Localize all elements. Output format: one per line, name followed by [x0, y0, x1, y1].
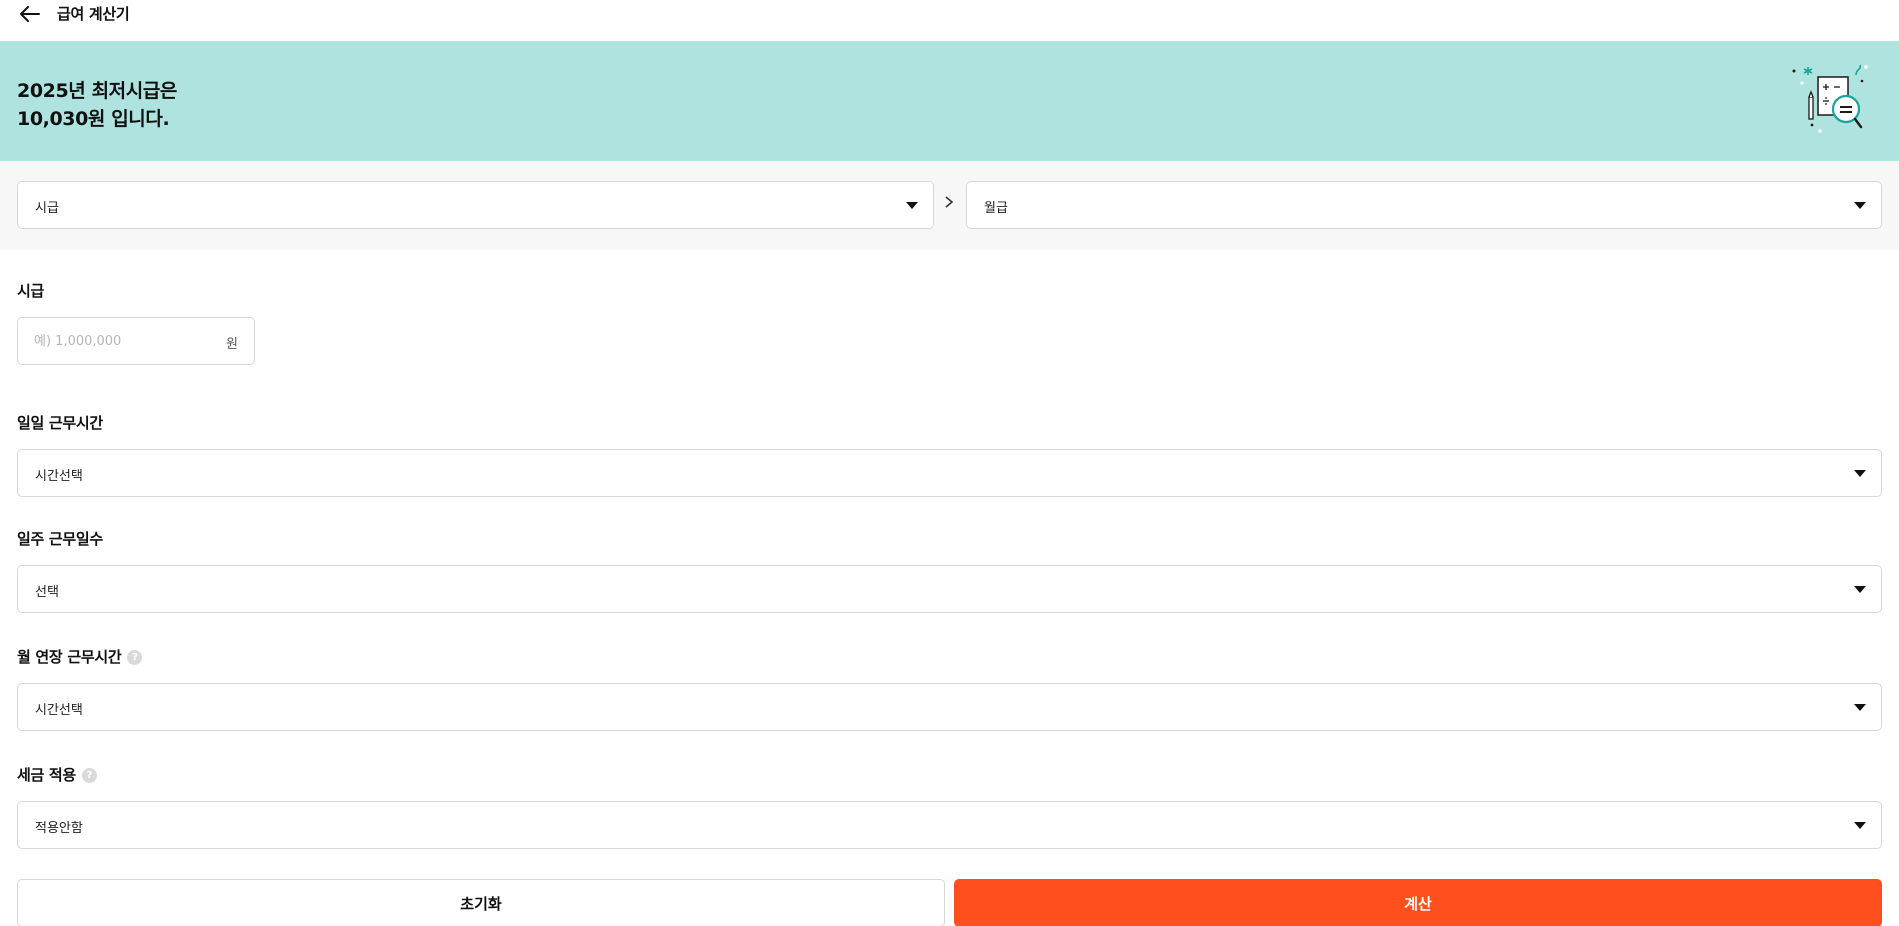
- tax-label-row: 세금 적용?: [17, 764, 97, 785]
- daily-hours-value: 시간선택: [35, 469, 83, 484]
- weekly-days-select[interactable]: 선택: [17, 565, 1882, 613]
- daily-hours-label: 일일 근무시간: [17, 414, 103, 432]
- help-icon[interactable]: ?: [81, 768, 97, 783]
- calculator-magnifier-icon: [1792, 64, 1868, 133]
- weekly-days-value: 선택: [35, 585, 59, 600]
- minimum-wage-banner: 2025년 최저시급은 10,030원 입니다.: [0, 41, 1899, 161]
- daily-hours-select[interactable]: 시간선택: [17, 449, 1882, 497]
- caret-down-icon: [1854, 202, 1866, 209]
- tax-select[interactable]: 적용안함: [17, 801, 1882, 849]
- monthly-overtime-select[interactable]: 시간선택: [17, 683, 1882, 731]
- chevron-right-icon: [945, 196, 954, 208]
- monthly-overtime-value: 시간선택: [35, 703, 83, 718]
- weekly-days-label: 일주 근무일수: [17, 530, 103, 548]
- caret-down-icon: [906, 202, 918, 209]
- arrow-left-icon[interactable]: [18, 2, 42, 26]
- to-unit-select[interactable]: 월급: [966, 181, 1882, 229]
- wage-input-box: 원: [17, 317, 255, 365]
- wage-label: 시급: [17, 282, 45, 300]
- to-unit-value: 월급: [984, 201, 1008, 216]
- calculate-button[interactable]: 계산: [954, 879, 1882, 926]
- from-unit-select[interactable]: 시급: [17, 181, 934, 229]
- wage-input[interactable]: [34, 318, 214, 364]
- caret-down-icon: [1854, 586, 1866, 593]
- monthly-overtime-label-row: 월 연장 근무시간?: [17, 646, 143, 667]
- page-title: 급여 계산기: [57, 5, 130, 23]
- conversion-bar: 시급 월급: [0, 161, 1899, 250]
- wage-unit: 원: [226, 337, 238, 352]
- help-icon[interactable]: ?: [127, 650, 143, 665]
- tax-value: 적용안함: [35, 821, 83, 836]
- banner-line-1: 2025년 최저시급은: [17, 80, 177, 102]
- banner-line-2: 10,030원 입니다.: [17, 108, 170, 130]
- reset-button[interactable]: 초기화: [17, 879, 945, 926]
- top-header: 급여 계산기: [0, 0, 1899, 34]
- from-unit-value: 시급: [35, 201, 59, 216]
- caret-down-icon: [1854, 470, 1866, 477]
- monthly-overtime-label: 월 연장 근무시간: [17, 648, 122, 666]
- caret-down-icon: [1854, 704, 1866, 711]
- tax-label: 세금 적용: [17, 766, 76, 784]
- caret-down-icon: [1854, 822, 1866, 829]
